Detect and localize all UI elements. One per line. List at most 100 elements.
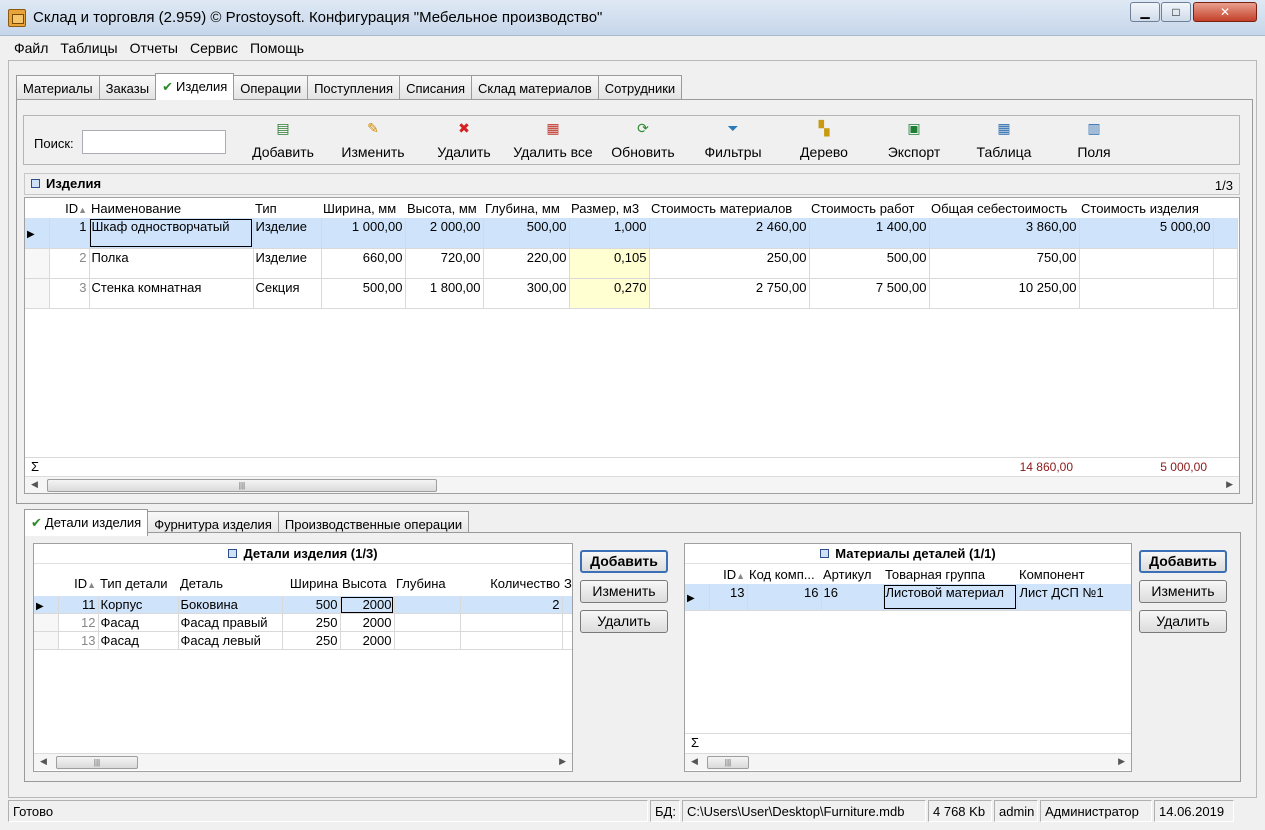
menu-file[interactable]: Файл [8, 37, 54, 56]
tab-writeoffs[interactable]: Списания [399, 75, 472, 99]
cell-height[interactable]: 2000 [340, 631, 395, 650]
column-header-height[interactable]: Высота, мм [405, 198, 483, 218]
scroll-left-icon[interactable]: ◀ [40, 756, 47, 767]
cell-width[interactable]: 500,00 [321, 278, 406, 309]
tab-materials[interactable]: Материалы [16, 75, 100, 99]
table-row[interactable]: 2 Полка Изделие 660,00 720,00 220,00 0,1… [25, 248, 1238, 279]
cell-quantity[interactable] [460, 631, 563, 650]
scroll-left-icon[interactable]: ◀ [691, 756, 698, 767]
table-row[interactable]: ▶ 13 16 16 Листовой материал Лист ДСП №1 [685, 584, 1131, 611]
delete-button[interactable]: ✖ Удалить [434, 120, 494, 162]
table-row[interactable]: 3 Стенка комнатная Секция 500,00 1 800,0… [25, 278, 1238, 309]
cell-quantity[interactable] [460, 613, 563, 632]
cell-width[interactable]: 1 000,00 [321, 218, 406, 249]
export-button[interactable]: ▣ Экспорт [882, 120, 946, 162]
cell-work-cost[interactable]: 500,00 [809, 248, 930, 279]
column-header-width[interactable]: Ширина, мм [321, 198, 405, 218]
cell-depth[interactable]: 220,00 [483, 248, 570, 279]
cell-height[interactable]: 720,00 [405, 248, 484, 279]
cell-product-cost[interactable] [1079, 248, 1214, 279]
delete-all-button[interactable]: ▦ Удалить все [510, 120, 596, 162]
column-header-id[interactable]: ID▲ [709, 564, 747, 584]
cell-product-cost[interactable] [1079, 278, 1214, 309]
maximize-button[interactable]: □ [1161, 2, 1191, 22]
details-edit-button[interactable]: Изменить [580, 580, 668, 603]
cell-height[interactable]: 2000 [340, 596, 395, 614]
cell-work-cost[interactable]: 1 400,00 [809, 218, 930, 249]
cell-extra[interactable] [562, 613, 572, 632]
cell-work-cost[interactable]: 7 500,00 [809, 278, 930, 309]
table-button[interactable]: ▦ Таблица [972, 120, 1036, 162]
column-header-quantity[interactable]: Количество [460, 570, 562, 596]
edit-button[interactable]: ✎ Изменить [337, 120, 409, 162]
materials-add-button[interactable]: Добавить [1139, 550, 1227, 573]
filters-button[interactable]: ⏷ Фильтры [700, 120, 766, 162]
column-header-materials-cost[interactable]: Стоимость материалов [649, 198, 809, 218]
cell-height[interactable]: 1 800,00 [405, 278, 484, 309]
tab-products[interactable]: ✔ Изделия [155, 73, 235, 100]
column-header-name[interactable]: Наименование [89, 198, 253, 218]
column-header-part-type[interactable]: Тип детали [98, 570, 178, 596]
minimize-button[interactable]: ▁ [1130, 2, 1160, 22]
column-header-extra[interactable]: З [562, 570, 572, 596]
cell-type[interactable]: Секция [253, 278, 322, 309]
cell-name[interactable]: Стенка комнатная [89, 278, 254, 309]
search-input[interactable] [82, 130, 226, 154]
tab-orders[interactable]: Заказы [98, 75, 157, 99]
cell-extra[interactable] [562, 596, 572, 614]
cell-article[interactable]: 16 [821, 584, 884, 611]
cell-type[interactable]: Изделие [253, 218, 322, 249]
cell-width[interactable]: 660,00 [321, 248, 406, 279]
column-header-size[interactable]: Размер, м3 [569, 198, 649, 218]
materials-edit-button[interactable]: Изменить [1139, 580, 1227, 603]
cell-depth[interactable]: 300,00 [483, 278, 570, 309]
cell-part-type[interactable]: Фасад [98, 613, 179, 632]
column-header-product-cost[interactable]: Стоимость изделия [1079, 198, 1213, 218]
cell-total-cost[interactable]: 10 250,00 [929, 278, 1080, 309]
cell-materials-cost[interactable]: 2 460,00 [649, 218, 810, 249]
cell-part[interactable]: Фасад правый [178, 613, 283, 632]
table-row[interactable]: ▶ 1 Шкаф одностворчатый Изделие 1 000,00… [25, 218, 1238, 249]
cell-total-cost[interactable]: 750,00 [929, 248, 1080, 279]
cell-total-cost[interactable]: 3 860,00 [929, 218, 1080, 249]
details-delete-button[interactable]: Удалить [580, 610, 668, 633]
materials-horizontal-scrollbar[interactable]: ◀ ||| ▶ [685, 753, 1131, 770]
cell-id[interactable]: 13 [709, 584, 748, 611]
refresh-button[interactable]: ⟳ Обновить [607, 120, 679, 162]
menu-reports[interactable]: Отчеты [124, 37, 184, 56]
column-header-depth[interactable]: Глубина [394, 570, 460, 596]
cell-id[interactable]: 3 [49, 278, 90, 309]
cell-materials-cost[interactable]: 250,00 [649, 248, 810, 279]
cell-name[interactable]: Полка [89, 248, 254, 279]
tree-button[interactable]: ▚ Дерево [794, 120, 854, 162]
cell-height[interactable]: 2000 [340, 613, 395, 632]
table-row[interactable]: 12 Фасад Фасад правый 250 2000 [34, 613, 572, 632]
column-header-depth[interactable]: Глубина, мм [483, 198, 569, 218]
column-header-type[interactable]: Тип [253, 198, 321, 218]
column-header-id[interactable]: ID▲ [58, 570, 98, 596]
cell-component[interactable]: Лист ДСП №1 [1017, 584, 1131, 611]
menu-tables[interactable]: Таблицы [54, 37, 123, 56]
cell-height[interactable]: 2 000,00 [405, 218, 484, 249]
scrollbar-thumb[interactable]: ||| [56, 756, 138, 769]
scroll-left-icon[interactable]: ◀ [31, 479, 38, 490]
cell-extra[interactable] [562, 631, 572, 650]
cell-product-cost[interactable]: 5 000,00 [1079, 218, 1214, 249]
details-add-button[interactable]: Добавить [580, 550, 668, 573]
column-header-total-cost[interactable]: Общая себестоимость [929, 198, 1079, 218]
add-button[interactable]: ▤ Добавить [248, 120, 318, 162]
close-button[interactable]: ✕ [1193, 2, 1257, 22]
column-header-product-group[interactable]: Товарная группа [883, 564, 1017, 584]
tab-employees[interactable]: Сотрудники [597, 75, 683, 99]
cell-size[interactable]: 0,105 [569, 248, 650, 279]
details-horizontal-scrollbar[interactable]: ◀ ||| ▶ [34, 753, 572, 770]
cell-part[interactable]: Боковина [178, 596, 283, 614]
column-header-component[interactable]: Компонент [1017, 564, 1131, 584]
column-header-height[interactable]: Высота [340, 570, 394, 596]
cell-depth[interactable] [394, 631, 461, 650]
cell-id[interactable]: 11 [58, 596, 99, 614]
table-row[interactable]: 13 Фасад Фасад левый 250 2000 [34, 631, 572, 650]
materials-delete-button[interactable]: Удалить [1139, 610, 1227, 633]
cell-width[interactable]: 250 [282, 613, 341, 632]
cell-id[interactable]: 12 [58, 613, 99, 632]
